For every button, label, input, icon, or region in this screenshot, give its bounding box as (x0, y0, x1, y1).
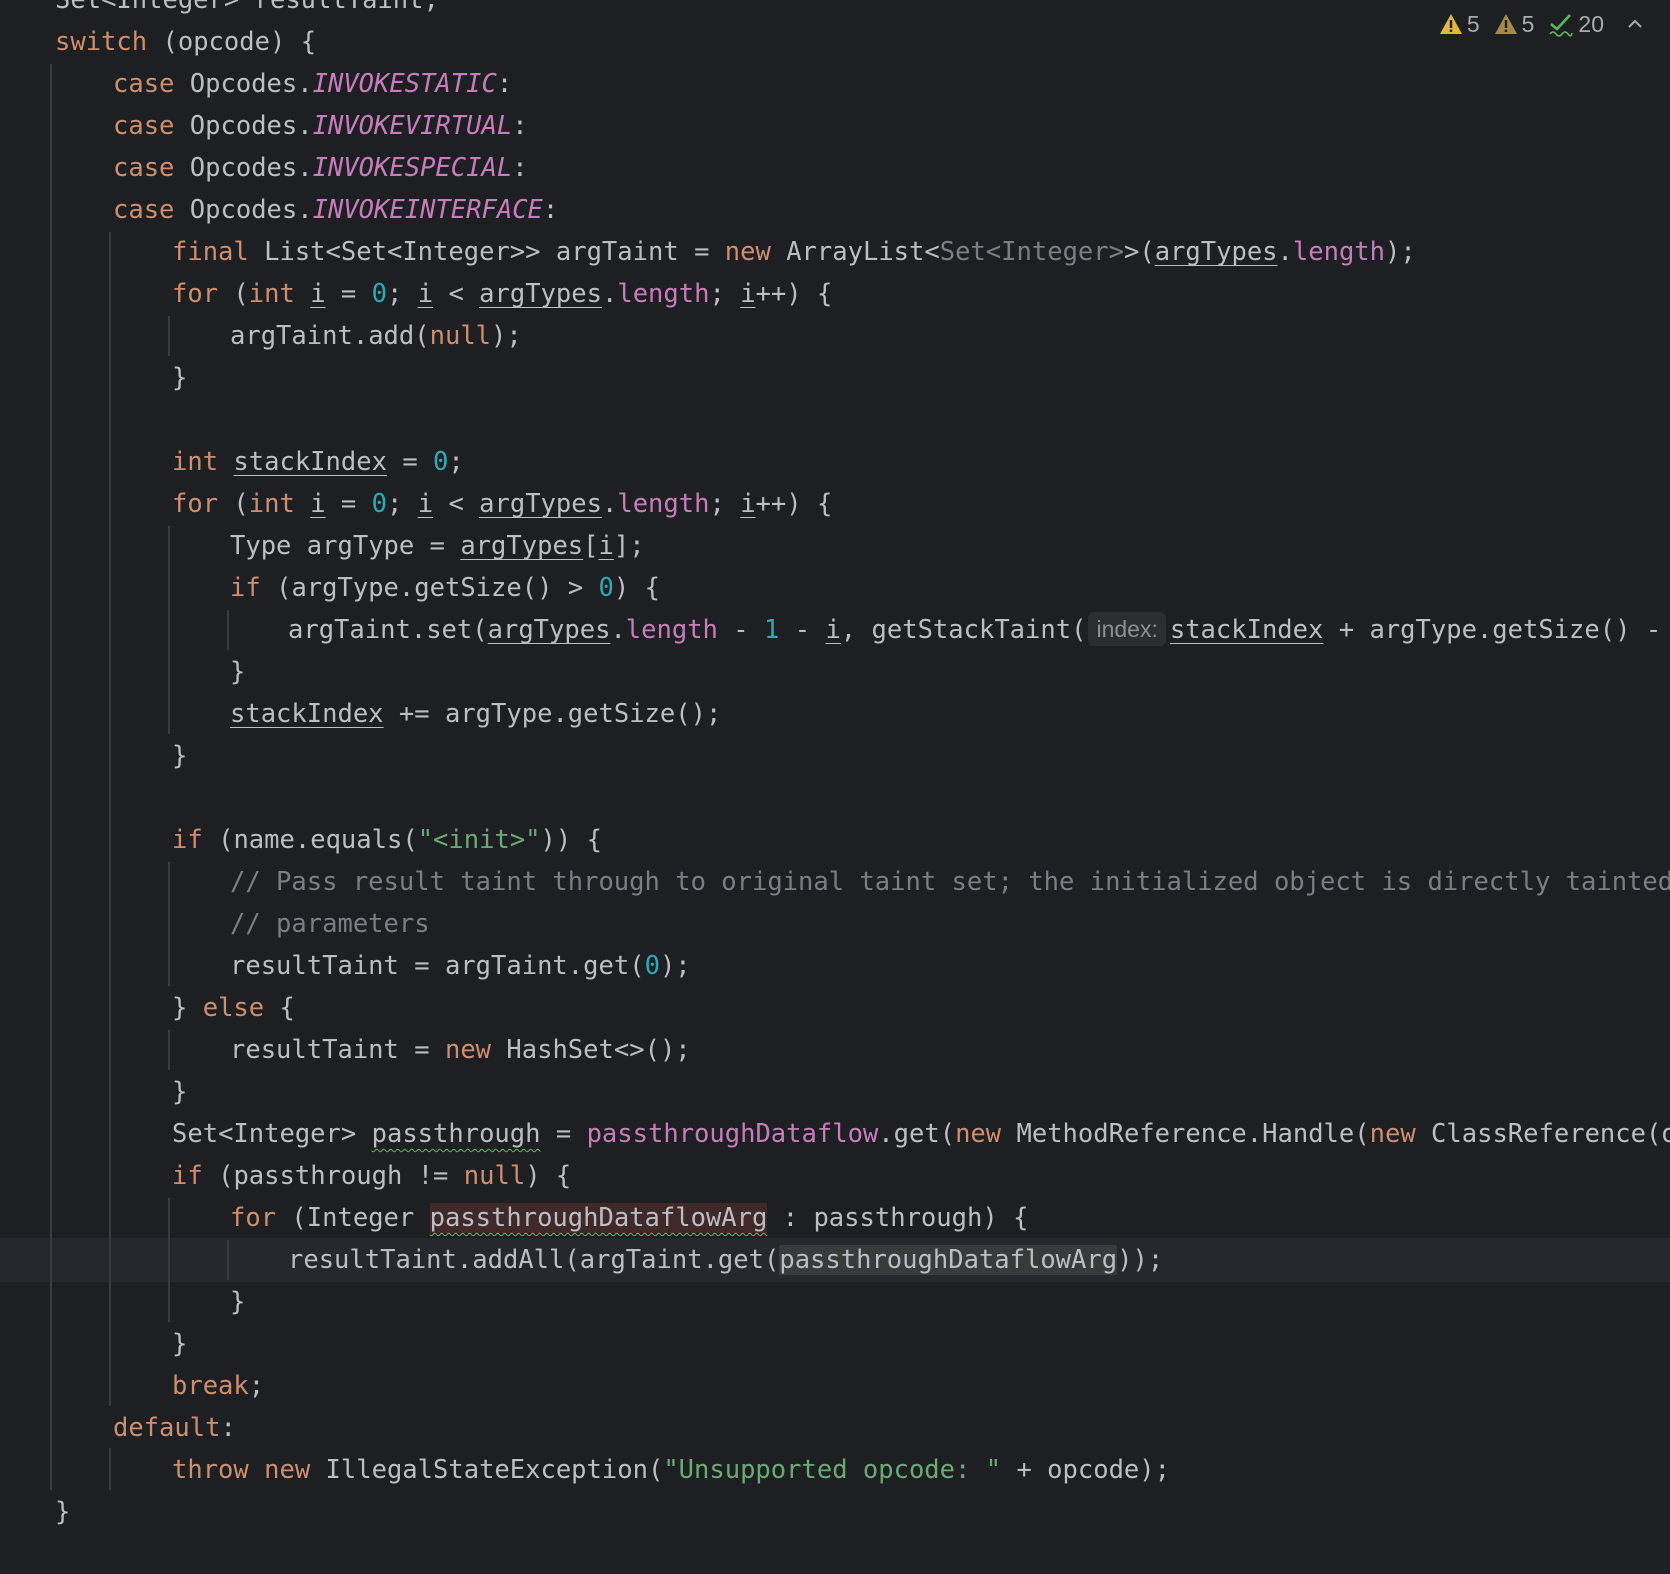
indent-guide (109, 1448, 111, 1490)
code-text: final List<Set<Integer>> argTaint = new … (172, 237, 1416, 267)
code-line[interactable]: Set<Integer> resultTaint; (0, 0, 1670, 22)
code-text: // parameters (230, 909, 430, 939)
weak-warning-icon (1494, 14, 1517, 34)
code-text: case Opcodes.INVOKEINTERFACE: (113, 195, 559, 225)
code-text: argTaint.set(argTypes.length - 1 - i, ge… (288, 608, 1670, 652)
code-line[interactable]: case Opcodes.INVOKEINTERFACE: (0, 188, 1670, 232)
code-line[interactable]: } (0, 650, 1670, 694)
code-line-current[interactable]: resultTaint.addAll(argTaint.get(passthro… (0, 1238, 1670, 1282)
code-line[interactable]: for (int i = 0; i < argTypes.length; i++… (0, 272, 1670, 316)
code-text: } (172, 363, 188, 393)
code-text: case Opcodes.INVOKESTATIC: (113, 69, 513, 99)
weak-warnings-count: 5 (1521, 11, 1535, 37)
indent-guide (109, 232, 111, 1406)
code-text: case Opcodes.INVOKEVIRTUAL: (113, 111, 528, 141)
code-line[interactable]: } (0, 1070, 1670, 1114)
code-line[interactable]: final List<Set<Integer>> argTaint = new … (0, 230, 1670, 274)
indent-guide (227, 1240, 229, 1280)
code-line[interactable]: } (0, 1280, 1670, 1324)
weak-warnings-badge[interactable]: 5 (1494, 8, 1535, 40)
code-line[interactable]: Set<Integer> passthrough = passthroughDa… (0, 1112, 1670, 1156)
code-text: switch (opcode) { (55, 27, 317, 57)
warning-icon (1439, 14, 1462, 34)
code-line[interactable]: default: (0, 1406, 1670, 1450)
indent-guide (168, 316, 170, 356)
code-text: Type argType = argTypes[i]; (230, 531, 645, 561)
code-text: stackIndex += argType.getSize(); (230, 699, 722, 729)
code-text: if (name.equals("<init>")) { (172, 825, 602, 855)
code-line[interactable]: argTaint.add(null); (0, 314, 1670, 358)
code-line[interactable]: Type argType = argTypes[i]; (0, 524, 1670, 568)
code-text: for (Integer passthroughDataflowArg : pa… (230, 1203, 1029, 1233)
typo-check-icon (1549, 14, 1574, 37)
indent-guide (50, 64, 52, 1490)
code-text: for (int i = 0; i < argTypes.length; i++… (172, 279, 833, 309)
code-line[interactable]: if (name.equals("<init>")) { (0, 818, 1670, 862)
code-text: if (argType.getSize() > 0) { (230, 573, 660, 603)
indent-guide (168, 526, 170, 734)
typos-badge[interactable]: 20 (1548, 8, 1604, 40)
code-line[interactable]: } (0, 734, 1670, 778)
code-line[interactable]: stackIndex += argType.getSize(); (0, 692, 1670, 736)
code-line[interactable]: } (0, 1490, 1670, 1534)
code-line[interactable]: // Pass result taint through to original… (0, 860, 1670, 904)
code-text: } (172, 741, 188, 771)
code-line[interactable]: break; (0, 1364, 1670, 1408)
code-text: break; (172, 1371, 265, 1401)
code-text: default: (113, 1413, 236, 1443)
code-text: Set<Integer> passthrough = passthroughDa… (172, 1119, 1670, 1149)
indent-guide (168, 1198, 170, 1322)
code-text: Set<Integer> resultTaint; (55, 0, 439, 15)
code-line[interactable]: int stackIndex = 0; (0, 440, 1670, 484)
indent-guide (168, 1030, 170, 1070)
indent-guide (227, 610, 229, 650)
code-line[interactable]: case Opcodes.INVOKESPECIAL: (0, 146, 1670, 190)
code-text: resultTaint = new HashSet<>(); (230, 1035, 691, 1065)
warnings-badge[interactable]: 5 (1439, 8, 1480, 40)
code-line[interactable]: for (Integer passthroughDataflowArg : pa… (0, 1196, 1670, 1240)
typos-count: 20 (1578, 11, 1604, 37)
code-line[interactable]: switch (opcode) { (0, 20, 1670, 64)
code-text: } (172, 1077, 188, 1107)
code-editor[interactable]: Set<Integer> resultTaint; switch (opcode… (0, 0, 1670, 1574)
code-text: // Pass result taint through to original… (230, 867, 1670, 897)
code-text: } (230, 657, 246, 687)
code-line[interactable]: } (0, 356, 1670, 400)
code-line[interactable]: throw new IllegalStateException("Unsuppo… (0, 1448, 1670, 1492)
code-text: throw new IllegalStateException("Unsuppo… (172, 1455, 1170, 1485)
code-line[interactable]: resultTaint = new HashSet<>(); (0, 1028, 1670, 1072)
chevron-up-icon (1628, 19, 1642, 28)
code-text: int stackIndex = 0; (172, 447, 464, 477)
code-text: if (passthrough != null) { (172, 1161, 572, 1191)
code-text: resultTaint.addAll(argTaint.get(passthro… (288, 1245, 1164, 1275)
code-line[interactable]: if (passthrough != null) { (0, 1154, 1670, 1198)
code-line[interactable]: if (argType.getSize() > 0) { (0, 566, 1670, 610)
code-line[interactable]: case Opcodes.INVOKEVIRTUAL: (0, 104, 1670, 148)
code-line[interactable]: argTaint.set(argTypes.length - 1 - i, ge… (0, 608, 1670, 652)
code-line[interactable]: resultTaint = argTaint.get(0); (0, 944, 1670, 988)
code-text: case Opcodes.INVOKESPECIAL: (113, 153, 528, 183)
inspection-widget[interactable]: 5 5 20 (1424, 8, 1644, 40)
code-text: } (55, 1497, 71, 1527)
code-line[interactable]: } (0, 1322, 1670, 1366)
code-text: } (230, 1287, 246, 1317)
collapse-inspections-button[interactable] (1626, 15, 1644, 33)
code-line[interactable]: // parameters (0, 902, 1670, 946)
code-text: for (int i = 0; i < argTypes.length; i++… (172, 489, 833, 519)
code-text: } (172, 1329, 188, 1359)
code-line[interactable]: for (int i = 0; i < argTypes.length; i++… (0, 482, 1670, 526)
code-text: } else { (172, 993, 295, 1023)
code-line[interactable]: } else { (0, 986, 1670, 1030)
code-line[interactable] (0, 776, 1670, 820)
indent-guide (168, 862, 170, 986)
warnings-count: 5 (1466, 11, 1480, 37)
code-line[interactable]: case Opcodes.INVOKESTATIC: (0, 62, 1670, 106)
code-text: argTaint.add(null); (230, 321, 522, 351)
code-line[interactable] (0, 398, 1670, 442)
code-text: resultTaint = argTaint.get(0); (230, 951, 691, 981)
